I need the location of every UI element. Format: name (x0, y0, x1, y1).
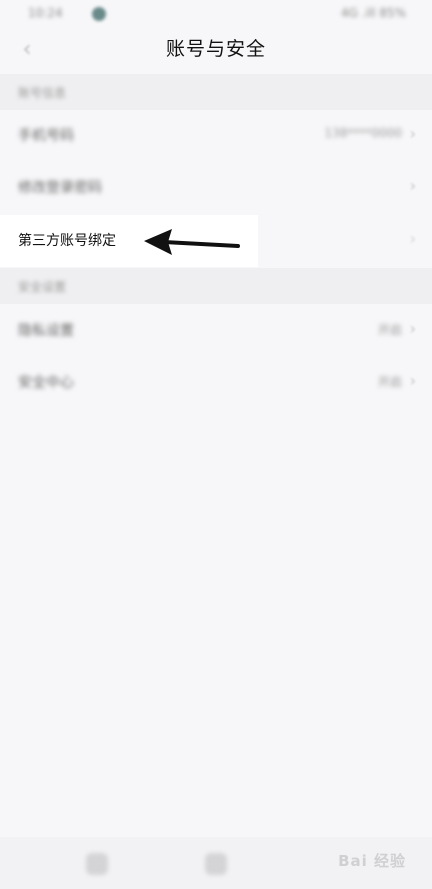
row-privacy[interactable]: 隐私设置 开启 › (0, 305, 432, 357)
status-indicators: 4G .ill 85% (340, 6, 406, 20)
row-security-center[interactable]: 安全中心 开启 › (0, 357, 432, 409)
row-value: 开启 (377, 375, 402, 389)
chevron-right-icon: › (409, 229, 416, 248)
nav-bar: ‹ 账号与安全 (0, 28, 432, 70)
row-label: 安全中心 (18, 375, 74, 391)
bottom-nav-bar: Bai 经验 (0, 837, 432, 889)
section-header-security: 安全设置 (0, 268, 432, 304)
row-value: 138****0000 (324, 126, 402, 140)
page-title: 账号与安全 (165, 38, 266, 60)
chevron-right-icon: › (409, 124, 416, 143)
section-header-label: 安全设置 (18, 280, 67, 294)
section-header-label: 账号信息 (18, 86, 67, 100)
watermark: Bai 经验 (338, 852, 406, 870)
arrow-left-icon (144, 229, 240, 255)
status-bar: 10:24 4G .ill 85% (0, 0, 432, 28)
chevron-right-icon: › (409, 371, 416, 390)
row-phone-number[interactable]: 手机号码 138****0000 › (0, 110, 432, 162)
row-value: 开启 (377, 323, 402, 337)
notification-icon (92, 7, 106, 21)
row-label: 手机号码 (18, 128, 74, 144)
chevron-right-icon: › (409, 176, 416, 195)
status-time: 10:24 (28, 6, 63, 20)
chevron-right-icon: › (409, 319, 416, 338)
row-label: 第三方账号绑定 (18, 233, 116, 249)
row-label: 隐私设置 (18, 323, 74, 339)
row-label: 修改登录密码 (18, 180, 102, 196)
section-header-account: 账号信息 (0, 74, 432, 110)
row-change-password[interactable]: 修改登录密码 › (0, 162, 432, 214)
menu-icon[interactable] (86, 853, 108, 875)
home-icon[interactable] (205, 853, 227, 875)
